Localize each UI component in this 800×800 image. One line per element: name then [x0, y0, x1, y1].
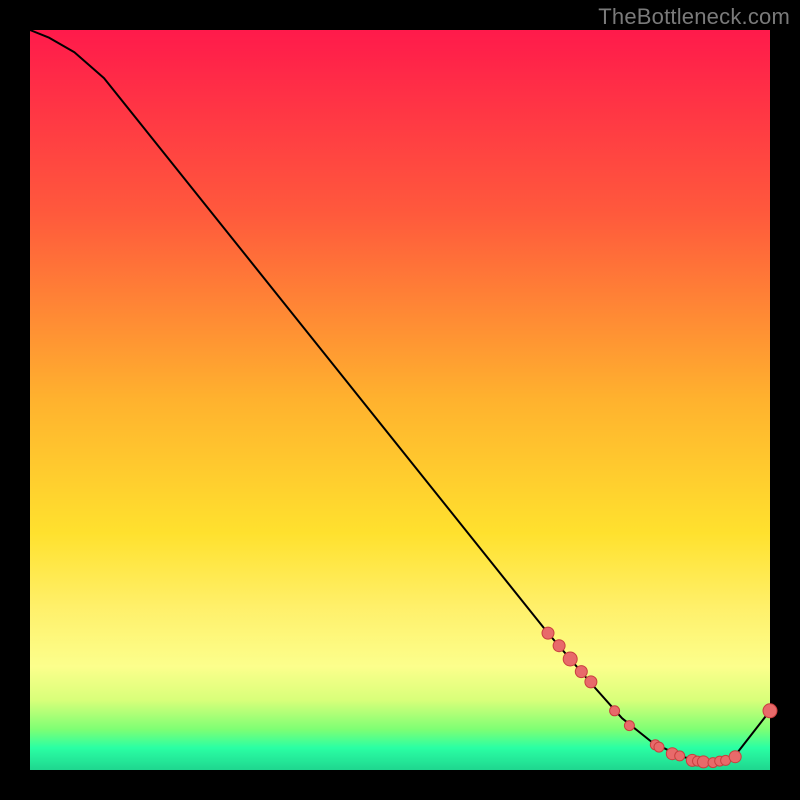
data-marker — [675, 751, 685, 761]
data-marker — [585, 676, 597, 688]
chart-stage: TheBottleneck.com — [0, 0, 800, 800]
data-marker — [624, 721, 634, 731]
data-marker — [542, 627, 554, 639]
chart-svg — [0, 0, 800, 800]
data-marker — [610, 706, 620, 716]
data-marker — [575, 666, 587, 678]
data-marker — [654, 742, 664, 752]
data-marker — [729, 751, 741, 763]
plot-area — [30, 30, 770, 770]
data-marker — [763, 704, 777, 718]
data-marker — [553, 640, 565, 652]
data-marker — [563, 652, 577, 666]
